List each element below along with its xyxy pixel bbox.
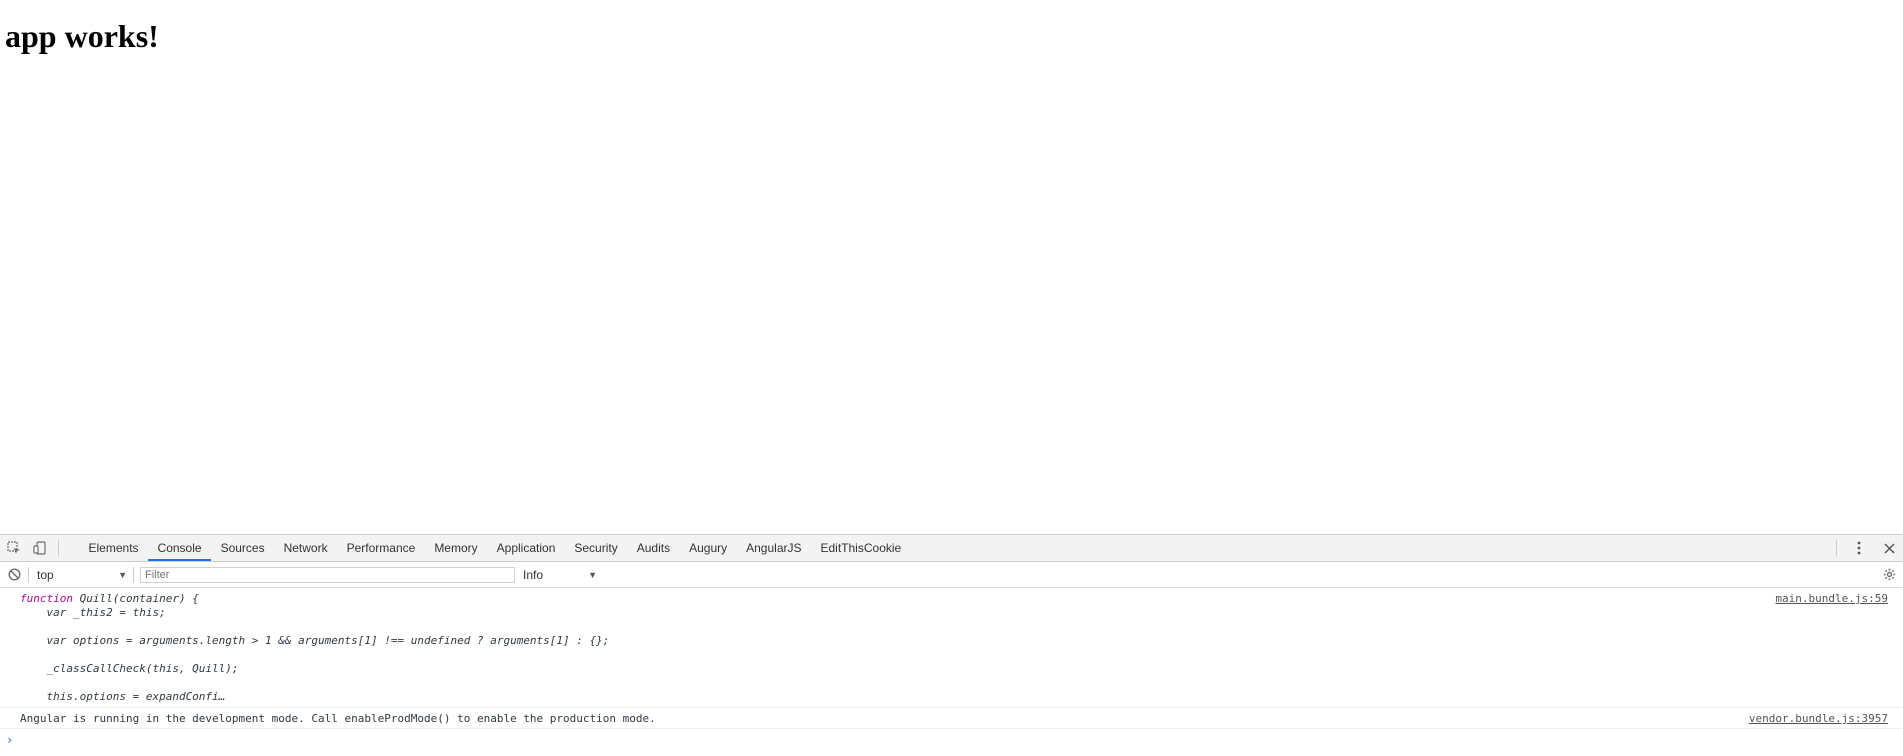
tab-security[interactable]: Security xyxy=(565,535,627,561)
chevron-down-icon: ▼ xyxy=(118,569,127,580)
tab-network[interactable]: Network xyxy=(274,535,337,561)
devtools-tabbar: Elements Console Sources Network Perform… xyxy=(0,535,1903,562)
code-keyword: function xyxy=(20,592,73,605)
tab-audits[interactable]: Audits xyxy=(627,535,679,561)
toolbar-divider xyxy=(1836,540,1837,556)
code-header: Quill(container) { xyxy=(72,592,199,605)
clear-console-icon[interactable] xyxy=(6,567,22,583)
tab-sources[interactable]: Sources xyxy=(211,535,274,561)
console-prompt[interactable]: › xyxy=(0,729,1903,751)
tab-console[interactable]: Console xyxy=(148,535,212,561)
tab-editthiscookie[interactable]: EditThisCookie xyxy=(811,535,911,561)
device-toolbar-icon[interactable] xyxy=(32,540,48,556)
chevron-right-icon: › xyxy=(6,733,14,747)
toolbar-divider xyxy=(133,566,134,583)
message-source-link[interactable]: main.bundle.js:59 xyxy=(1775,592,1888,605)
gear-icon[interactable] xyxy=(1881,567,1897,583)
toolbar-divider xyxy=(58,540,59,556)
message-text: Angular is running in the development mo… xyxy=(20,712,656,725)
tab-application[interactable]: Application xyxy=(487,535,565,561)
code-line: var options = arguments.length > 1 && ar… xyxy=(20,634,610,647)
inspect-element-icon[interactable] xyxy=(6,540,22,556)
tab-angularjs[interactable]: AngularJS xyxy=(737,535,811,561)
console-message: main.bundle.js:59 function Quill(contain… xyxy=(0,588,1903,708)
context-selector[interactable]: top ▼ xyxy=(28,566,133,583)
log-level-selector[interactable]: Info ▼ xyxy=(523,567,603,583)
console-output: main.bundle.js:59 function Quill(contain… xyxy=(0,588,1903,756)
log-level-value: Info xyxy=(523,567,544,582)
code-line: _classCallCheck(this, Quill); xyxy=(20,662,239,675)
console-filter-input[interactable] xyxy=(140,566,515,583)
page-heading: app works! xyxy=(5,18,159,54)
code-line: var _this2 = this; xyxy=(20,606,166,619)
console-filterbar: top ▼ Info ▼ xyxy=(0,562,1903,588)
function-source: function Quill(container) { var _this2 =… xyxy=(20,592,1885,704)
message-source-link[interactable]: vendor.bundle.js:3957 xyxy=(1749,712,1888,725)
chevron-down-icon: ▼ xyxy=(588,569,597,580)
console-message: vendor.bundle.js:3957 Angular is running… xyxy=(0,708,1903,729)
page-viewport: app works! xyxy=(0,0,1903,534)
tab-augury[interactable]: Augury xyxy=(680,535,737,561)
code-line: this.options = expandConfi… xyxy=(20,690,226,703)
tab-elements[interactable]: Elements xyxy=(79,535,148,561)
more-options-icon[interactable] xyxy=(1851,540,1867,556)
devtools-panel: Elements Console Sources Network Perform… xyxy=(0,534,1903,756)
panel-tabs: Elements Console Sources Network Perform… xyxy=(71,535,911,561)
close-devtools-icon[interactable] xyxy=(1881,540,1897,556)
tab-memory[interactable]: Memory xyxy=(425,535,487,561)
context-value: top xyxy=(37,567,54,582)
tab-performance[interactable]: Performance xyxy=(337,535,425,561)
